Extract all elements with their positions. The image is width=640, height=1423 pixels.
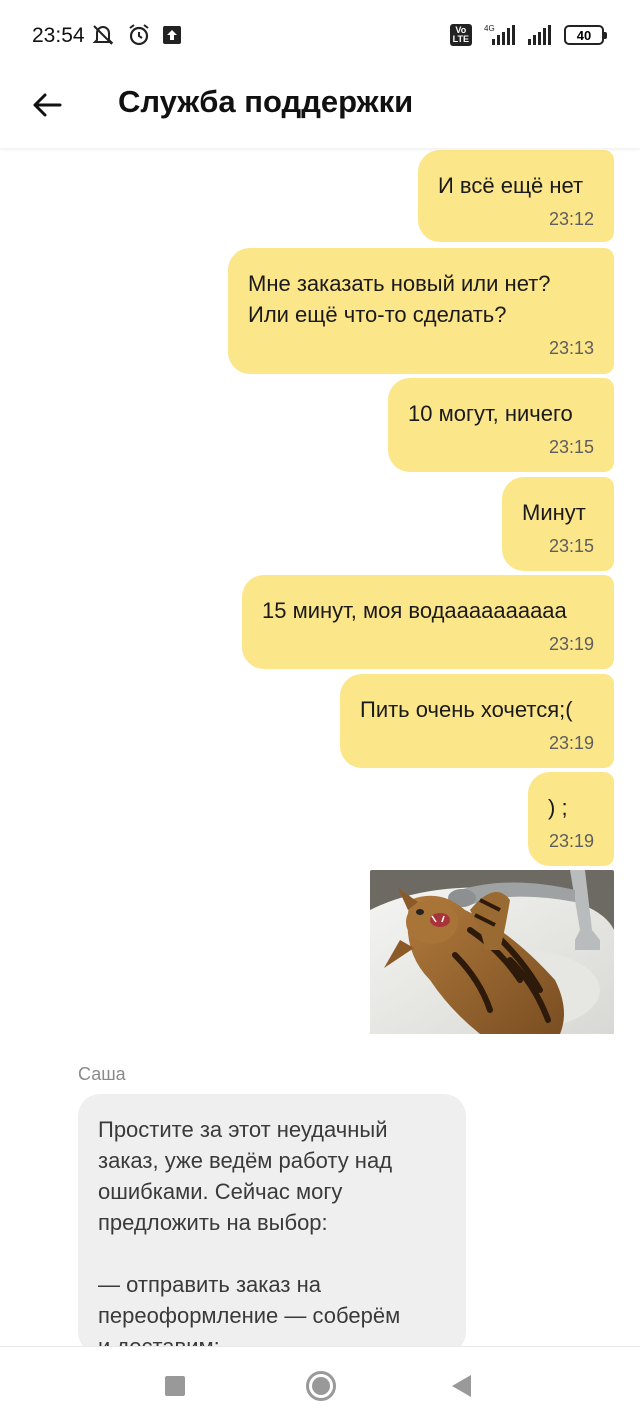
volte-icon: Vo LTE [449, 24, 472, 46]
signal-icon [528, 25, 551, 45]
status-icons-right: Vo LTE 4G 40 [449, 22, 607, 48]
outgoing-message[interactable]: ) ; 23:19 [528, 772, 614, 866]
chat-area[interactable]: И всё ещё нет 23:12 Мне заказать новый и… [0, 148, 640, 1346]
message-time: 23:13 [548, 338, 594, 358]
home-button[interactable] [306, 1371, 336, 1401]
outgoing-message[interactable]: 10 могут, ничего 23:15 [388, 378, 614, 472]
system-back-button[interactable] [452, 1375, 471, 1397]
message-text: Простите за этот неудачный заказ, уже ве… [98, 1117, 401, 1346]
outgoing-message[interactable]: Пить очень хочется;( 23:19 [340, 674, 614, 768]
upload-icon [163, 26, 181, 44]
back-button[interactable] [28, 86, 66, 124]
message-time: 23:15 [548, 536, 594, 556]
outgoing-message[interactable]: 15 минут, моя водаааааааааа 23:19 [242, 575, 614, 669]
outgoing-message[interactable]: Мне заказать новый или нет? Или ещё что-… [228, 248, 614, 374]
image-attachment[interactable] [370, 870, 614, 1034]
message-text: Пить очень хочется;( [360, 697, 573, 722]
message-text: 15 минут, моя водаааааааааа [262, 598, 567, 623]
message-time: 23:19 [548, 831, 594, 851]
battery-icon: 40 [564, 25, 607, 45]
status-time: 23:54 [32, 24, 85, 47]
signal-4g-icon: 4G [484, 24, 515, 45]
mute-icon [92, 25, 114, 45]
message-time: 23:19 [548, 733, 594, 753]
recents-button[interactable] [165, 1376, 185, 1396]
page-title: Служба поддержки [118, 84, 414, 119]
message-time: 23:19 [548, 634, 594, 654]
alarm-icon [129, 24, 149, 46]
app-header: Служба поддержки [0, 72, 640, 148]
message-text: ) ; [548, 795, 568, 820]
outgoing-message[interactable]: И всё ещё нет 23:12 [418, 150, 614, 242]
svg-text:4G: 4G [484, 24, 495, 33]
arrow-left-icon [33, 93, 62, 117]
message-time: 23:12 [548, 209, 594, 229]
outgoing-message[interactable]: Минут 23:15 [502, 477, 614, 571]
message-text: И всё ещё нет [438, 173, 584, 198]
message-time: 23:15 [548, 437, 594, 457]
cat-drinking-image [370, 870, 614, 1034]
sender-name: Саша [78, 1064, 126, 1084]
status-icons-left [90, 22, 182, 48]
message-text: 10 могут, ничего [408, 401, 573, 426]
system-nav-bar [0, 1346, 640, 1423]
message-text: Мне заказать новый или нет? Или ещё что-… [248, 271, 551, 327]
message-text: Минут [522, 500, 586, 525]
status-bar: 23:54 Vo LTE 4G 40 [0, 0, 640, 72]
incoming-message[interactable]: Простите за этот неудачный заказ, уже ве… [78, 1094, 466, 1346]
